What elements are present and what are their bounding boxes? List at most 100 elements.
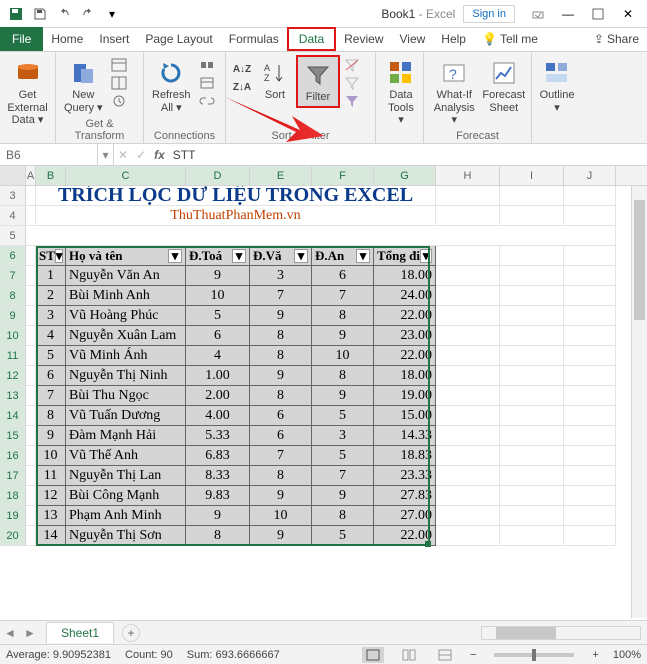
- cell-name[interactable]: Bùi Công Mạnh: [66, 486, 186, 506]
- cell-anh[interactable]: 5: [312, 406, 374, 426]
- zoom-slider[interactable]: [494, 653, 574, 657]
- cell[interactable]: [436, 466, 500, 486]
- sheet-nav-next-icon[interactable]: ►: [21, 624, 39, 642]
- zoom-value[interactable]: 100%: [613, 649, 641, 661]
- cell-tong[interactable]: 15.00: [374, 406, 436, 426]
- cell[interactable]: [500, 506, 564, 526]
- col-header-B[interactable]: B: [36, 166, 66, 185]
- cell[interactable]: [436, 326, 500, 346]
- tab-review[interactable]: Review: [336, 27, 391, 51]
- cell-anh[interactable]: 5: [312, 526, 374, 546]
- cell[interactable]: [500, 486, 564, 506]
- cell-toan[interactable]: 9: [186, 266, 250, 286]
- row-header[interactable]: 8: [0, 286, 26, 306]
- undo-icon[interactable]: [55, 5, 73, 23]
- cell-anh[interactable]: 9: [312, 486, 374, 506]
- cell-anh[interactable]: 9: [312, 386, 374, 406]
- cell-name[interactable]: Bùi Thu Ngọc: [66, 386, 186, 406]
- cell-toan[interactable]: 5.33: [186, 426, 250, 446]
- cell-anh[interactable]: 10: [312, 346, 374, 366]
- maximize-icon[interactable]: [583, 3, 613, 25]
- cell[interactable]: [436, 206, 500, 226]
- from-table-icon[interactable]: [110, 75, 128, 91]
- tab-insert[interactable]: Insert: [91, 27, 137, 51]
- properties-icon[interactable]: [198, 75, 216, 91]
- cell-van[interactable]: 8: [250, 386, 312, 406]
- cell-stt[interactable]: 2: [36, 286, 66, 306]
- col-header-D[interactable]: D: [186, 166, 250, 185]
- cell-stt[interactable]: 10: [36, 446, 66, 466]
- cell[interactable]: [500, 406, 564, 426]
- cell-toan[interactable]: 6: [186, 326, 250, 346]
- get-external-data-button[interactable]: Get External Data ▾: [4, 55, 51, 129]
- cell[interactable]: [564, 486, 616, 506]
- cell[interactable]: [26, 406, 36, 426]
- cell[interactable]: [564, 446, 616, 466]
- cell[interactable]: [564, 326, 616, 346]
- cell[interactable]: [26, 226, 616, 246]
- cell-tong[interactable]: 19.00: [374, 386, 436, 406]
- cell[interactable]: [26, 246, 36, 266]
- cell-tong[interactable]: 22.00: [374, 306, 436, 326]
- hdr-tong[interactable]: Tổng đi▾: [374, 246, 436, 266]
- row-header[interactable]: 19: [0, 506, 26, 526]
- cell[interactable]: [564, 266, 616, 286]
- cell[interactable]: [500, 266, 564, 286]
- cell-van[interactable]: 8: [250, 346, 312, 366]
- row-header[interactable]: 18: [0, 486, 26, 506]
- cell-tong[interactable]: 23.00: [374, 326, 436, 346]
- cell[interactable]: [436, 486, 500, 506]
- cell-anh[interactable]: 8: [312, 366, 374, 386]
- view-page-break-icon[interactable]: [434, 647, 456, 663]
- cell[interactable]: [436, 366, 500, 386]
- cell[interactable]: [564, 306, 616, 326]
- cell-anh[interactable]: 5: [312, 446, 374, 466]
- cell-van[interactable]: 6: [250, 426, 312, 446]
- zoom-out-icon[interactable]: −: [470, 649, 476, 661]
- cell[interactable]: [500, 326, 564, 346]
- hdr-van[interactable]: Đ.Vă▾: [250, 246, 312, 266]
- sort-za-icon[interactable]: Z↓A: [233, 79, 251, 95]
- cell[interactable]: [500, 526, 564, 546]
- cell[interactable]: [26, 306, 36, 326]
- row-header[interactable]: 17: [0, 466, 26, 486]
- cell[interactable]: [564, 366, 616, 386]
- col-header-I[interactable]: I: [500, 166, 564, 185]
- cell-toan[interactable]: 5: [186, 306, 250, 326]
- col-header-H[interactable]: H: [436, 166, 500, 185]
- cell-anh[interactable]: 7: [312, 286, 374, 306]
- minimize-icon[interactable]: —: [553, 3, 583, 25]
- sort-button[interactable]: AZ Sort: [254, 55, 296, 104]
- filter-button[interactable]: Filter: [296, 55, 340, 108]
- cell[interactable]: [564, 466, 616, 486]
- cell-stt[interactable]: 1: [36, 266, 66, 286]
- cell-tong[interactable]: 27.83: [374, 486, 436, 506]
- cell-anh[interactable]: 6: [312, 266, 374, 286]
- title-cell[interactable]: TRÍCH LỌC DỮ LIỆU TRONG EXCEL: [36, 186, 436, 206]
- cell-toan[interactable]: 9.83: [186, 486, 250, 506]
- cell-toan[interactable]: 4: [186, 346, 250, 366]
- cell-name[interactable]: Nguyễn Xuân Lam: [66, 326, 186, 346]
- cell[interactable]: [26, 186, 36, 206]
- cell-van[interactable]: 9: [250, 526, 312, 546]
- cell[interactable]: [564, 526, 616, 546]
- row-header[interactable]: 4: [0, 206, 26, 226]
- cell[interactable]: [564, 286, 616, 306]
- cell-tong[interactable]: 24.00: [374, 286, 436, 306]
- cell[interactable]: [564, 246, 616, 266]
- cell[interactable]: [436, 186, 500, 206]
- sheet-nav-prev-icon[interactable]: ◄: [1, 624, 19, 642]
- cell-van[interactable]: 7: [250, 286, 312, 306]
- cell-stt[interactable]: 8: [36, 406, 66, 426]
- cell-toan[interactable]: 10: [186, 286, 250, 306]
- cell-stt[interactable]: 6: [36, 366, 66, 386]
- cell[interactable]: [500, 246, 564, 266]
- tab-file[interactable]: File: [0, 27, 43, 51]
- cancel-icon[interactable]: ✕: [118, 148, 128, 162]
- cell[interactable]: [26, 526, 36, 546]
- tab-page-layout[interactable]: Page Layout: [137, 27, 220, 51]
- formula-text[interactable]: STT: [173, 148, 196, 162]
- outline-button[interactable]: Outline ▾: [536, 55, 578, 116]
- cell[interactable]: [564, 186, 616, 206]
- cell[interactable]: [26, 326, 36, 346]
